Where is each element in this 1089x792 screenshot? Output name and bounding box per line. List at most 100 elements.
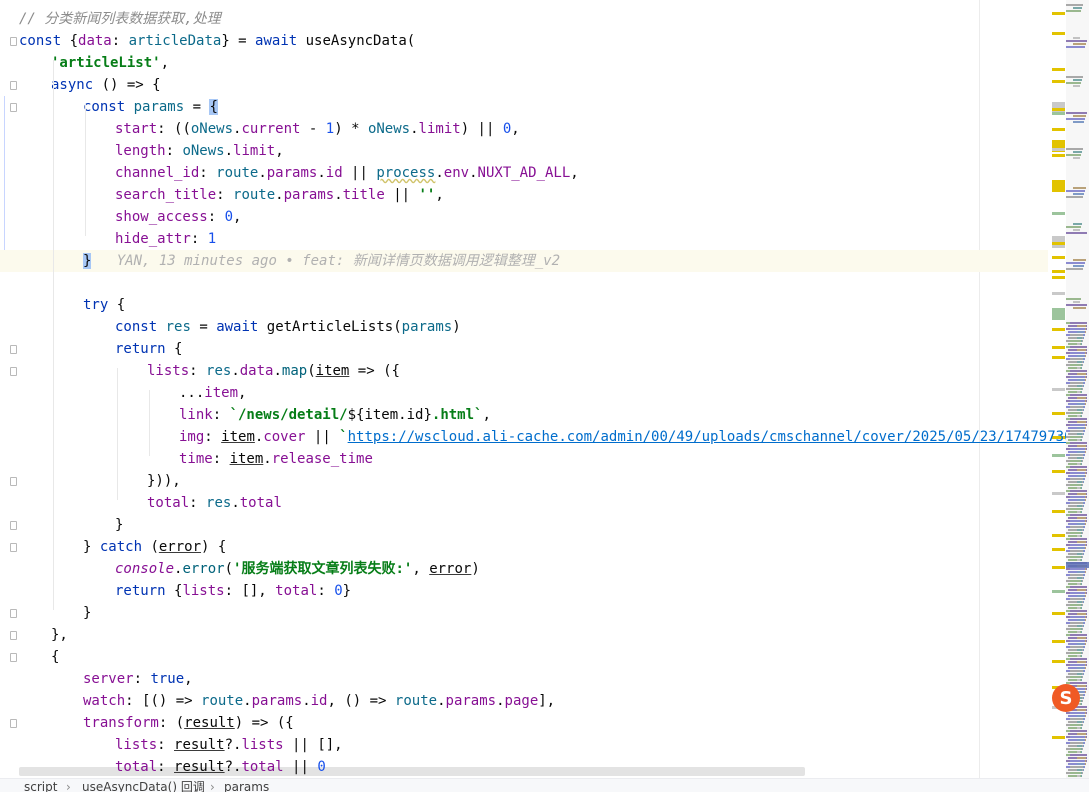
minimap-line [1077, 631, 1080, 633]
stripe-marker[interactable] [1052, 186, 1065, 189]
code-line[interactable]: search_title: route.params.title || '', [115, 184, 444, 206]
fold-toggle-icon[interactable] [10, 345, 17, 354]
fold-toggle-icon[interactable] [10, 609, 17, 618]
breadcrumb-item-callback[interactable]: useAsyncData() 回调 [82, 781, 205, 792]
code-line[interactable]: return {lists: [], total: 0} [115, 580, 351, 602]
minimap-line [1070, 520, 1085, 522]
stripe-marker[interactable] [1052, 612, 1065, 615]
stripe-marker[interactable] [1052, 590, 1065, 593]
stripe-marker[interactable] [1052, 356, 1065, 359]
code-line[interactable]: async () => { [51, 74, 161, 96]
minimap-line [1070, 376, 1085, 378]
code-line[interactable]: return { [115, 338, 182, 360]
stripe-marker[interactable] [1052, 242, 1065, 245]
fold-toggle-icon[interactable] [10, 37, 17, 46]
fold-toggle-icon[interactable] [10, 367, 17, 376]
code-line[interactable]: total: res.total [147, 492, 282, 514]
stripe-marker[interactable] [1052, 32, 1065, 35]
stripe-marker[interactable] [1052, 470, 1065, 473]
code-line[interactable]: const params = { [83, 96, 218, 118]
stripe-marker[interactable] [1052, 510, 1065, 513]
minimap-line [1077, 397, 1086, 399]
error-stripe[interactable] [1048, 0, 1066, 778]
fold-toggle-icon[interactable] [10, 653, 17, 662]
stripe-marker[interactable] [1052, 492, 1065, 495]
indent-guide [117, 368, 118, 500]
code-line[interactable]: const {data: articleData} = await useAsy… [19, 30, 415, 52]
code-line[interactable]: } catch (error) { [83, 536, 226, 558]
code-line[interactable]: start: ((oNews.current - 1) * oNews.limi… [115, 118, 520, 140]
stripe-marker[interactable] [1052, 112, 1065, 115]
stripe-marker[interactable] [1052, 292, 1065, 295]
code-line[interactable]: } YAN, 13 minutes ago • feat: 新闻详情页数据调用逻… [83, 250, 560, 272]
fold-toggle-icon[interactable] [10, 631, 17, 640]
code-line[interactable]: lists: res.data.map(item => ({ [147, 360, 400, 382]
code-line[interactable]: } [83, 602, 91, 624]
fold-toggle-icon[interactable] [10, 103, 17, 112]
stripe-marker[interactable] [1052, 736, 1065, 739]
stripe-marker[interactable] [1052, 388, 1065, 391]
stripe-marker[interactable] [1052, 660, 1065, 663]
code-line[interactable]: console.error('服务端获取文章列表失败:', error) [115, 558, 480, 580]
stripe-marker[interactable] [1052, 270, 1065, 273]
code-line[interactable]: channel_id: route.params.id || process.e… [115, 162, 579, 184]
stripe-marker[interactable] [1052, 108, 1065, 111]
code-line[interactable]: { [51, 646, 59, 668]
code-line[interactable]: transform: (result) => ({ [83, 712, 294, 734]
code-line[interactable]: })), [147, 470, 181, 492]
code-line[interactable]: ...item, [179, 382, 246, 404]
code-line[interactable]: // 分类新闻列表数据获取,处理 [19, 8, 221, 30]
code-line[interactable]: watch: [() => route.params.id, () => rou… [83, 690, 555, 712]
code-line[interactable]: 'articleList', [51, 52, 169, 74]
stripe-marker[interactable] [1052, 566, 1065, 569]
editor-gutter[interactable] [0, 0, 19, 778]
code-editor[interactable]: // 分类新闻列表数据获取,处理 const {data: articleData… [0, 0, 1066, 778]
fold-toggle-icon[interactable] [10, 543, 17, 552]
code-line[interactable]: }, [51, 624, 68, 646]
code-line[interactable]: const res = await getArticleLists(params… [115, 316, 461, 338]
stripe-marker[interactable] [1052, 154, 1065, 157]
minimap[interactable] [1066, 0, 1089, 778]
code-line[interactable]: } [115, 514, 123, 536]
stripe-marker[interactable] [1052, 412, 1065, 415]
stripe-marker[interactable] [1052, 212, 1065, 215]
code-line[interactable]: img: item.cover || `https://wscloud.ali-… [179, 426, 1066, 448]
stripe-marker[interactable] [1052, 276, 1065, 279]
stripe-marker[interactable] [1052, 256, 1065, 259]
stripe-marker[interactable] [1052, 328, 1065, 331]
minimap-line [1073, 85, 1080, 87]
code-line[interactable]: hide_attr: 1 [115, 228, 216, 250]
stripe-marker[interactable] [1052, 68, 1065, 71]
stripe-marker[interactable] [1052, 454, 1065, 457]
minimap-line [1070, 574, 1083, 576]
stripe-marker[interactable] [1052, 534, 1065, 537]
stripe-marker[interactable] [1052, 346, 1065, 349]
minimap-line [1066, 196, 1083, 198]
stripe-marker[interactable] [1052, 80, 1065, 83]
stripe-marker[interactable] [1052, 548, 1065, 551]
fold-toggle-icon[interactable] [10, 521, 17, 530]
minimap-line [1070, 412, 1081, 414]
fold-toggle-icon[interactable] [10, 477, 17, 486]
minimap-line [1077, 655, 1080, 657]
stripe-marker[interactable] [1052, 128, 1065, 131]
code-line[interactable]: time: item.release_time [179, 448, 373, 470]
minimap-line [1070, 388, 1081, 390]
code-line[interactable]: lists: result?.lists || [], [115, 734, 343, 756]
stripe-marker[interactable] [1052, 148, 1065, 151]
code-line[interactable]: server: true, [83, 668, 193, 690]
breadcrumb-item-script[interactable]: script [24, 781, 57, 792]
stripe-marker[interactable] [1052, 640, 1065, 643]
minimap-viewport[interactable] [1066, 562, 1089, 568]
code-line[interactable]: total: result?.total || 0 [115, 756, 326, 778]
code-line[interactable]: length: oNews.limit, [115, 140, 284, 162]
fold-toggle-icon[interactable] [10, 719, 17, 728]
sogou-input-icon[interactable]: S [1050, 682, 1082, 714]
breadcrumb-item-params[interactable]: params [224, 781, 269, 792]
code-line[interactable]: link: `/news/detail/${item.id}.html`, [179, 404, 491, 426]
code-line[interactable]: try { [83, 294, 125, 316]
stripe-marker[interactable] [1052, 12, 1065, 15]
fold-toggle-icon[interactable] [10, 81, 17, 90]
code-line[interactable]: show_access: 0, [115, 206, 241, 228]
stripe-marker[interactable] [1052, 308, 1065, 320]
